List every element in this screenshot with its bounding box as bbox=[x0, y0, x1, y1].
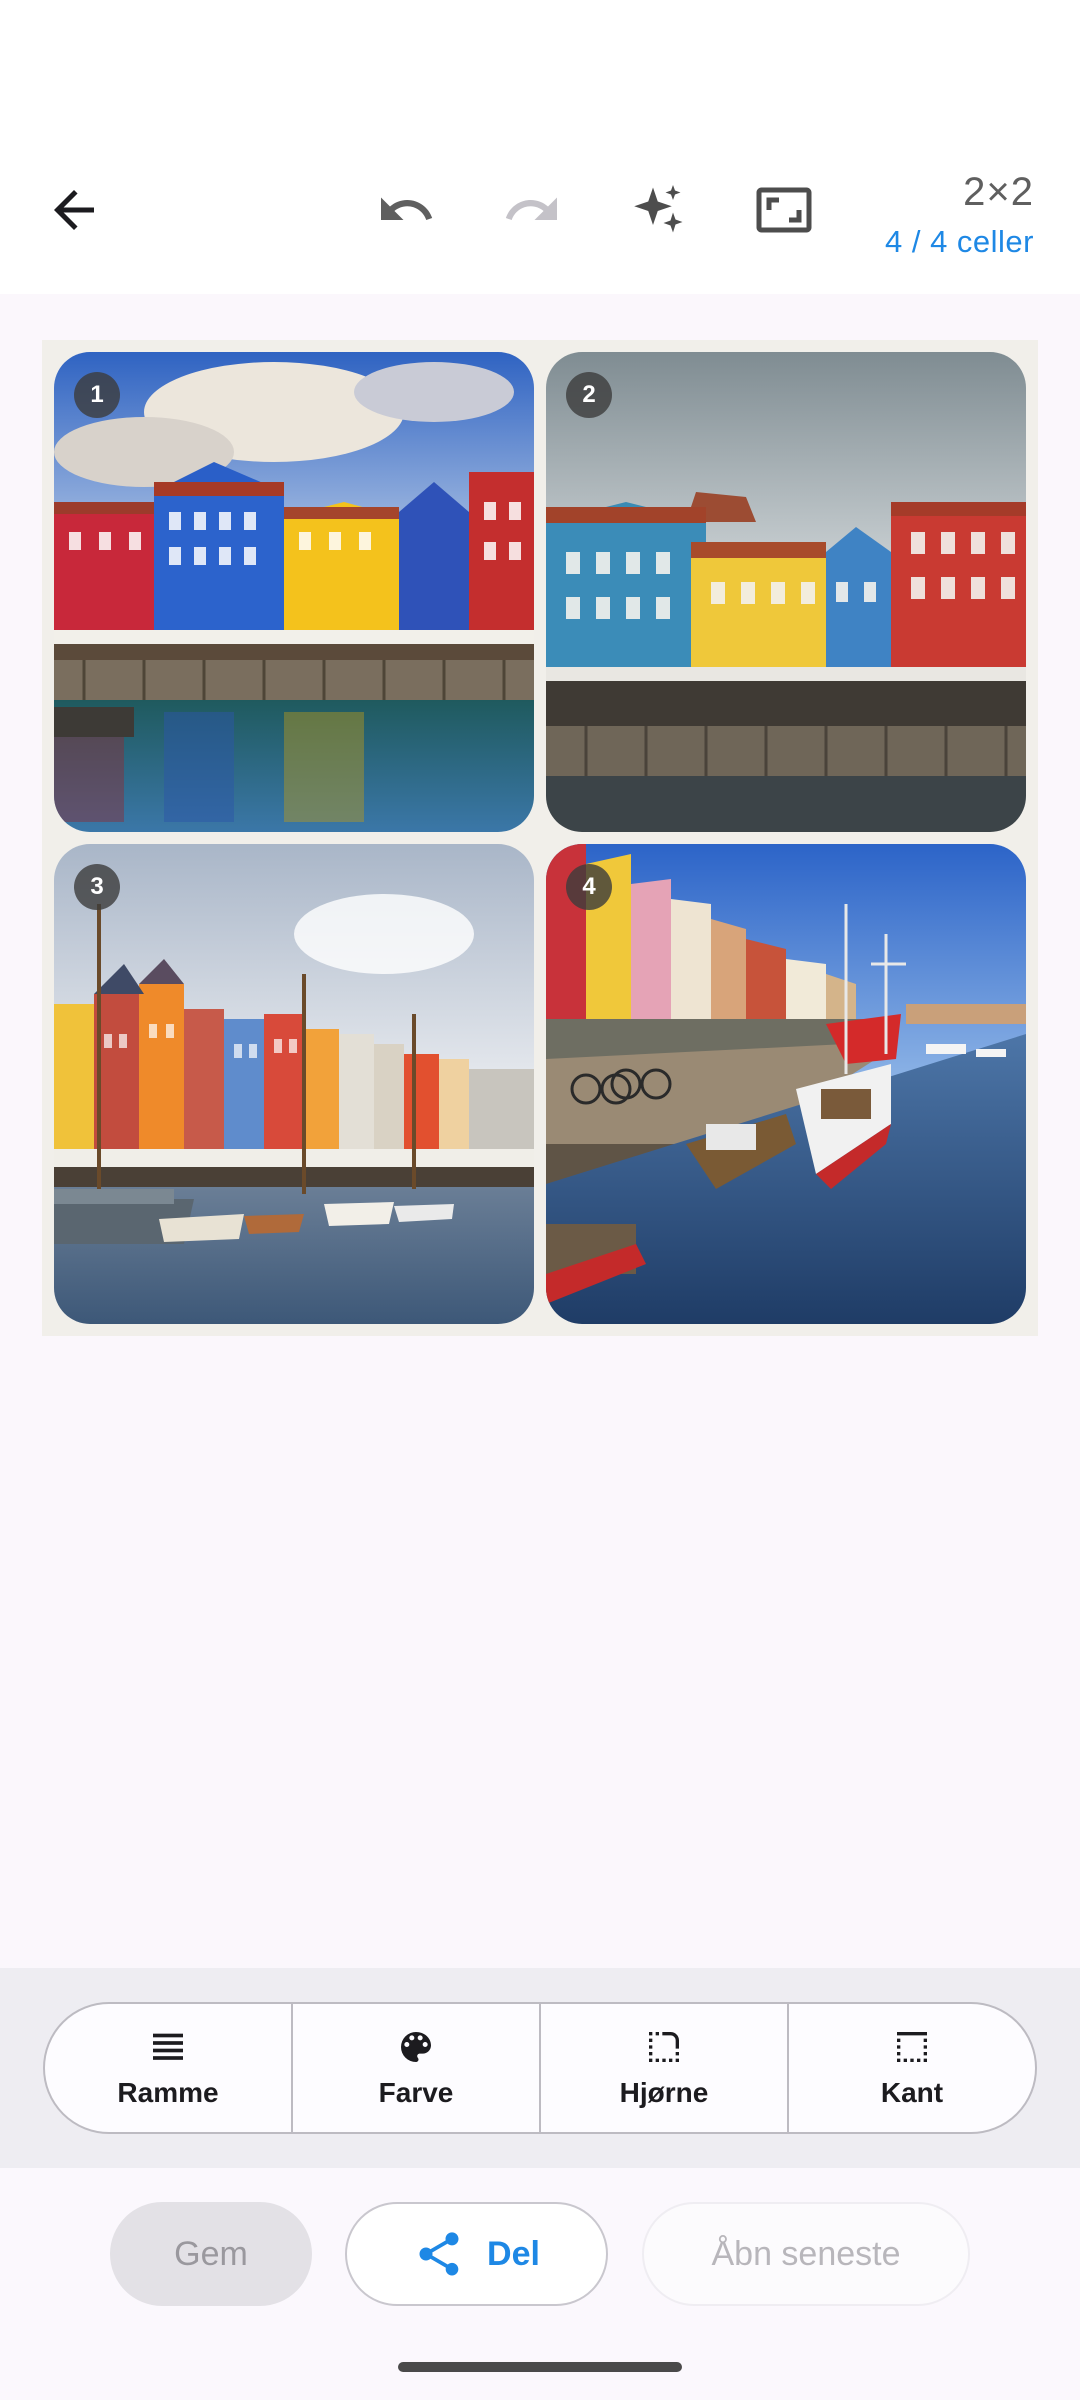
aspect-ratio-icon bbox=[756, 187, 812, 233]
fit-button[interactable] bbox=[736, 162, 832, 258]
nyhavn-canal-sailboats-photo bbox=[54, 844, 534, 1324]
undo-icon bbox=[381, 197, 433, 220]
back-button[interactable] bbox=[26, 162, 122, 258]
cell-number-badge: 1 bbox=[74, 372, 120, 418]
palette-icon bbox=[401, 2032, 431, 2062]
tool-label: Farve bbox=[378, 2077, 454, 2108]
tool-label: Hjørne bbox=[619, 2077, 709, 2108]
collage-cell-2[interactable]: 2 bbox=[546, 352, 1026, 832]
collage-cell-4[interactable]: 4 bbox=[546, 844, 1026, 1324]
grid-info: 2×2 4 / 4 celler bbox=[885, 168, 1034, 264]
tool-label: Kant bbox=[880, 2077, 944, 2108]
nyhavn-canal-boats-photo bbox=[546, 844, 1026, 1324]
grid-size-label: 2×2 bbox=[963, 170, 1034, 214]
tool-ramme[interactable]: Ramme bbox=[45, 2004, 293, 2132]
redo-button[interactable] bbox=[484, 162, 580, 258]
collage-cell-1[interactable]: 1 bbox=[54, 352, 534, 832]
top-app-bar: 2×2 4 / 4 celler bbox=[0, 120, 1080, 294]
tool-kant[interactable]: Kant bbox=[789, 2004, 1035, 2132]
cell-number-badge: 2 bbox=[566, 372, 612, 418]
magic-button[interactable] bbox=[610, 162, 706, 258]
sparkles-icon bbox=[634, 185, 683, 233]
open-recent-button[interactable]: Åbn seneste bbox=[642, 2202, 970, 2306]
tool-farve[interactable]: Farve bbox=[293, 2004, 541, 2132]
cell-count-label: 4 / 4 celler bbox=[884, 224, 1034, 259]
undo-button[interactable] bbox=[358, 162, 454, 258]
save-button[interactable]: Gem bbox=[110, 2202, 312, 2306]
border-edge-icon bbox=[897, 2032, 927, 2062]
arrow-back-icon bbox=[54, 190, 94, 230]
rounded-corner-icon bbox=[649, 2032, 679, 2062]
frame-lines-icon bbox=[153, 2033, 183, 2060]
edit-tools-panel: Ramme Farve Hjørne Kant bbox=[0, 1968, 1080, 2168]
home-indicator[interactable] bbox=[398, 2362, 682, 2372]
tool-segmented-group: Ramme Farve Hjørne Kant bbox=[43, 2002, 1037, 2134]
nyhavn-overcast-houses-photo bbox=[546, 352, 1026, 832]
share-label: Del bbox=[487, 2234, 540, 2273]
tool-hjorne[interactable]: Hjørne bbox=[541, 2004, 789, 2132]
redo-icon bbox=[505, 197, 557, 220]
tool-label: Ramme bbox=[117, 2077, 219, 2108]
collage-cell-3[interactable]: 3 bbox=[54, 844, 534, 1324]
collage-grid: 1 2 3 4 bbox=[42, 340, 1038, 1336]
share-icon bbox=[419, 2232, 459, 2276]
status-bar bbox=[0, 0, 1080, 120]
nyhavn-colorful-houses-photo bbox=[54, 352, 534, 832]
share-button[interactable]: Del bbox=[345, 2202, 608, 2306]
cell-number-badge: 3 bbox=[74, 864, 120, 910]
cell-number-badge: 4 bbox=[566, 864, 612, 910]
